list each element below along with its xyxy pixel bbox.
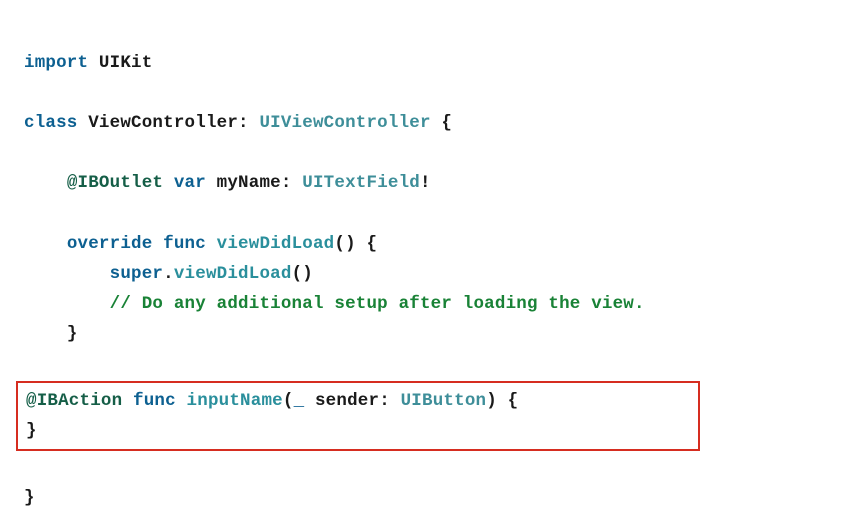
line-15: } (24, 488, 35, 508)
func-name-viewdidload: viewDidLoad (217, 234, 335, 254)
keyword-override: override (67, 234, 153, 254)
keyword-import: import (24, 53, 88, 73)
line-7: override func viewDidLoad() { (24, 234, 377, 254)
line-3: class ViewController: UIViewController { (24, 113, 452, 133)
keyword-var: var (174, 173, 206, 193)
param-type: UIButton (401, 391, 487, 411)
iboutlet-annotation: @IBOutlet (67, 173, 163, 193)
class-name: ViewController (88, 113, 238, 133)
var-type: UITextField (302, 173, 420, 193)
super-keyword: super (110, 264, 164, 284)
line-8: super.viewDidLoad() (24, 264, 313, 284)
module-name: UIKit (99, 53, 153, 73)
keyword-class: class (24, 113, 78, 133)
func-name-inputname: inputName (187, 391, 283, 411)
super-type: UIViewController (259, 113, 430, 133)
brace-close: } (26, 421, 37, 441)
keyword-func: func (133, 391, 176, 411)
keyword-func: func (163, 234, 206, 254)
brace-close-class: } (24, 488, 35, 508)
line-5: @IBOutlet var myName: UITextField! (24, 173, 431, 193)
ibaction-annotation: @IBAction (26, 391, 122, 411)
brace-close: } (67, 324, 78, 344)
line-1: import UIKit (24, 53, 152, 73)
line-13: } (26, 421, 37, 441)
line-9: // Do any additional setup after loading… (24, 294, 645, 314)
param-name: sender (315, 391, 379, 411)
call-viewdidload: viewDidLoad (174, 264, 292, 284)
var-name: myName (217, 173, 281, 193)
comment-text: // Do any additional setup after loading… (110, 294, 645, 314)
highlighted-region: @IBAction func inputName(_ sender: UIBut… (16, 381, 700, 451)
line-10: } (24, 324, 78, 344)
line-12: @IBAction func inputName(_ sender: UIBut… (26, 391, 518, 411)
code-block: import UIKit class ViewController: UIVie… (0, 0, 850, 532)
